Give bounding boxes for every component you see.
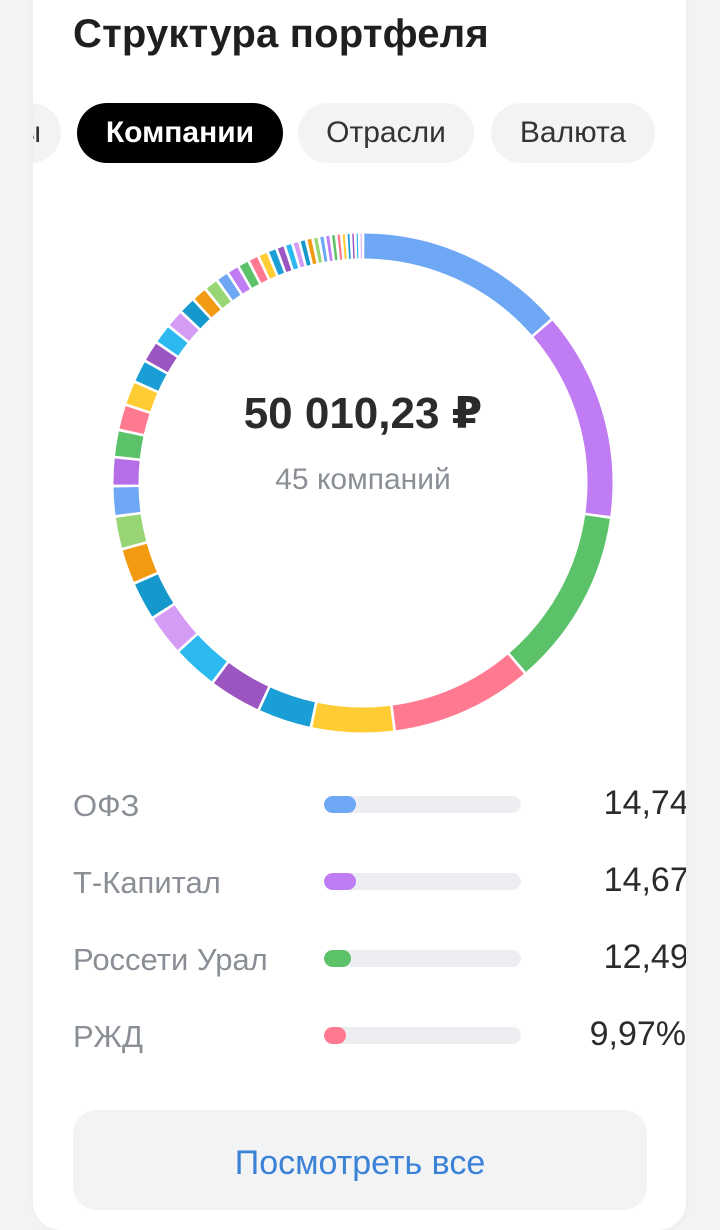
tab-currency[interactable]: Валюта (491, 103, 655, 163)
donut-segment[interactable] (246, 273, 253, 277)
legend-bar-track (324, 796, 521, 813)
tab-sectors[interactable]: Отрасли (298, 103, 474, 163)
donut-segment[interactable] (128, 516, 134, 544)
legend-item-percent: 9,97% (590, 1015, 686, 1054)
donut-segment[interactable] (364, 246, 541, 327)
portfolio-total-value: 50 010,23 ₽ (93, 388, 633, 439)
legend-item-name: РЖД (73, 1019, 143, 1055)
donut-segment[interactable] (315, 715, 392, 720)
legend-bar-fill (324, 950, 351, 967)
legend-item-percent: 14,74% (604, 784, 686, 823)
donut-segment[interactable] (297, 254, 301, 255)
legend-item-percent: 14,67% (604, 861, 686, 900)
legend-item[interactable]: Россети Урал 12,49% (73, 934, 686, 984)
companies-count: 45 компаний (93, 463, 633, 497)
donut-chart[interactable]: 50 010,23 ₽ 45 компаний (93, 213, 633, 753)
donut-segment[interactable] (157, 351, 166, 366)
donut-segment[interactable] (179, 322, 189, 333)
donut-segment[interactable] (256, 268, 263, 271)
legend-item-name: Россети Урал (73, 942, 268, 978)
legend-item[interactable]: РЖД 9,97% (73, 1011, 686, 1061)
legend-bar-fill (324, 1027, 346, 1044)
donut-segment[interactable] (203, 300, 212, 308)
legend-item[interactable]: Т-Капитал 14,67% (73, 857, 686, 907)
donut-segment[interactable] (322, 249, 325, 250)
donut-segment[interactable] (290, 256, 295, 257)
legend-bar-track (324, 1027, 521, 1044)
legend-item-name: ОФЗ (73, 788, 139, 824)
donut-segment[interactable] (274, 261, 280, 263)
donut-segment[interactable] (518, 517, 598, 662)
donut-segment[interactable] (310, 251, 314, 252)
portfolio-structure-card: Структура портфеля ы Компании Отрасли Ва… (33, 0, 686, 1230)
legend-item-percent: 12,49% (604, 938, 686, 977)
donut-segment[interactable] (147, 368, 156, 385)
donut-segment[interactable] (221, 673, 262, 698)
tab-bar: ы Компании Отрасли Валюта (33, 103, 686, 163)
legend-item[interactable]: ОФЗ 14,74% (73, 780, 686, 830)
donut-segment[interactable] (394, 664, 515, 718)
legend-bar-track (324, 873, 521, 890)
donut-segment[interactable] (282, 258, 287, 260)
donut-segment[interactable] (265, 699, 312, 715)
page-title: Структура портфеля (73, 12, 489, 57)
donut-segment[interactable] (164, 612, 187, 642)
donut-segment[interactable] (135, 547, 146, 577)
legend-bar-track (324, 950, 521, 967)
legend-bar-fill (324, 873, 356, 890)
donut-segment[interactable] (168, 335, 178, 348)
donut-segment[interactable] (226, 284, 234, 289)
tab-previous[interactable]: ы (33, 103, 61, 163)
tab-companies[interactable]: Компании (77, 103, 283, 163)
legend-item-name: Т-Капитал (73, 865, 221, 901)
donut-segment[interactable] (316, 250, 319, 251)
donut-segment[interactable] (191, 310, 201, 320)
donut-segment[interactable] (304, 253, 308, 254)
donut-segment[interactable] (265, 264, 271, 267)
donut-segment[interactable] (236, 278, 244, 283)
donut-segment[interactable] (147, 579, 163, 609)
see-all-button[interactable]: Посмотреть все (73, 1110, 647, 1210)
donut-segment[interactable] (215, 291, 224, 298)
donut-segment[interactable] (189, 644, 220, 672)
legend-bar-fill (324, 796, 356, 813)
